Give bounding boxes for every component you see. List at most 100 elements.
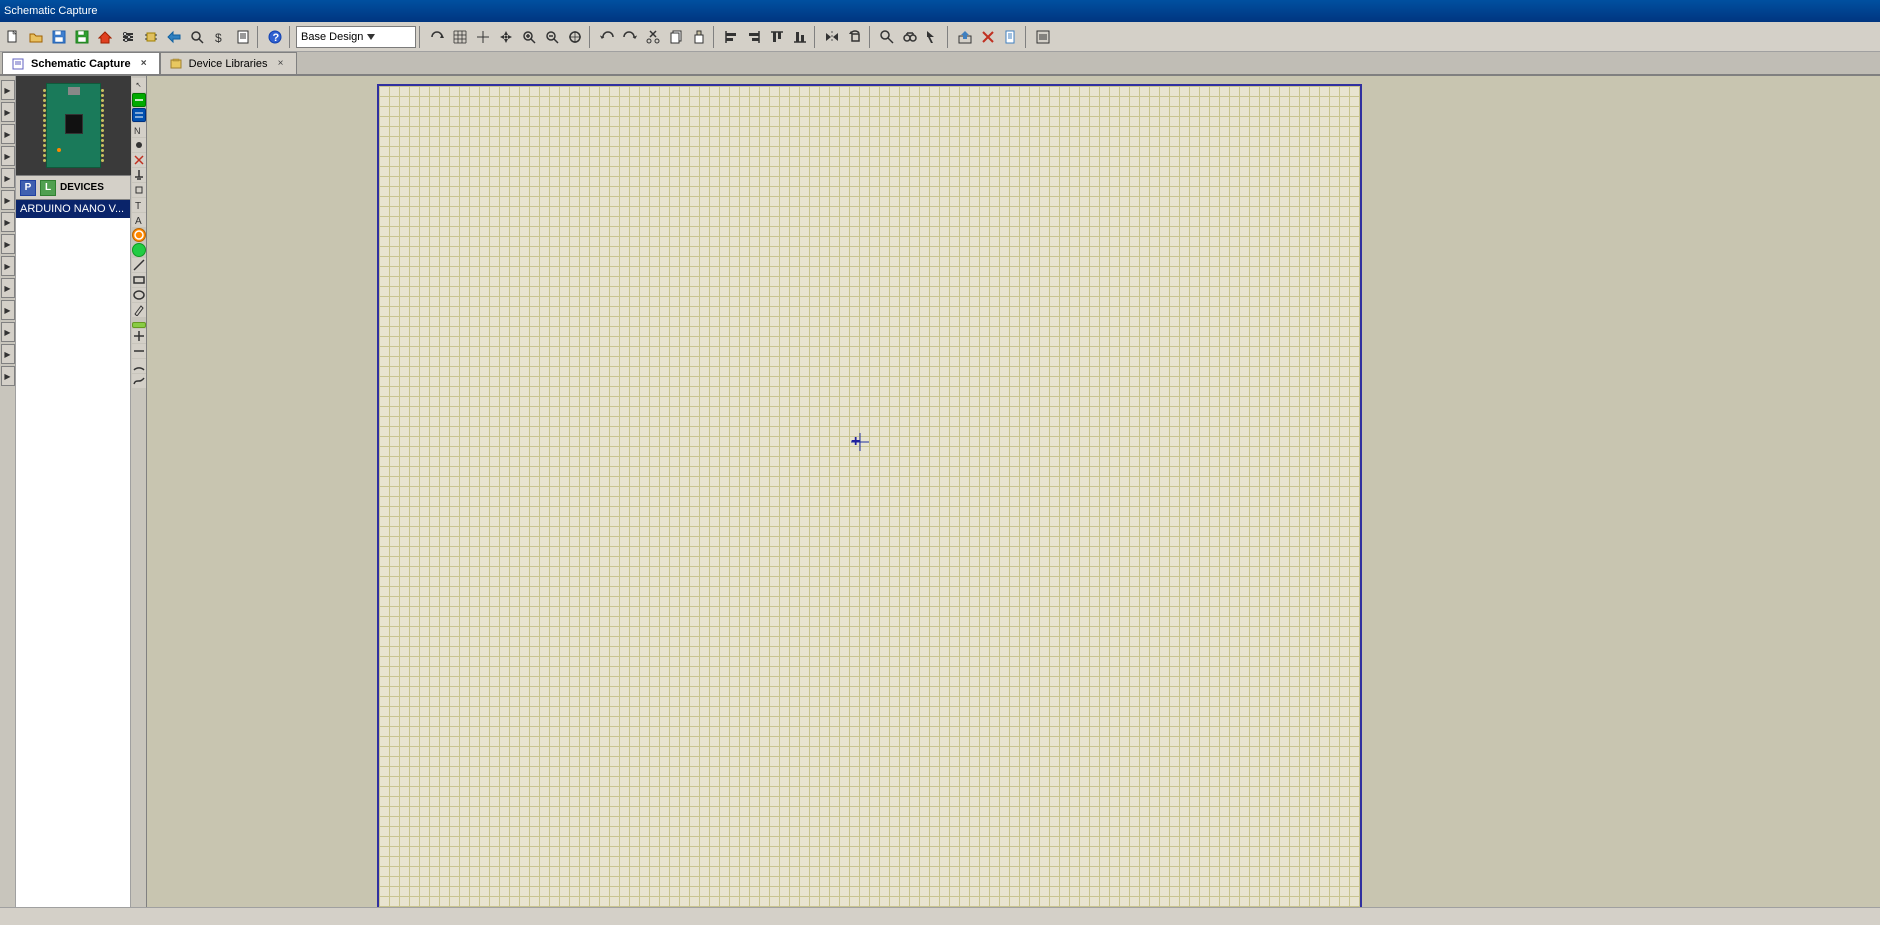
zoom-out-button[interactable] [541,26,563,48]
arduino-usb [68,87,80,95]
tool-junction[interactable] [132,138,146,152]
tab-library-close[interactable]: × [274,57,288,71]
tool-bus[interactable] [132,108,146,122]
device-item-arduino[interactable]: ARDUINO NANO V... [16,200,130,218]
rotate-button[interactable] [844,26,866,48]
app-title: Schematic Capture [4,5,98,17]
undo-button[interactable] [596,26,618,48]
tool-probe[interactable] [132,228,146,242]
cross-button[interactable] [977,26,999,48]
tool-note-bar[interactable] [132,322,146,328]
tool-net[interactable]: N [132,123,146,137]
tool-minus[interactable] [132,344,146,358]
copy-button[interactable] [665,26,687,48]
tool-label[interactable]: A [132,213,146,227]
tool-noconn[interactable] [132,153,146,167]
svg-text:T: T [135,201,141,211]
back-button[interactable] [163,26,185,48]
arduino-board-visual [46,83,101,168]
help-button[interactable]: ? [264,26,286,48]
save-button[interactable] [48,26,70,48]
tool-marker[interactable] [132,243,146,257]
settings-button[interactable] [117,26,139,48]
main-toolbar: $ ? Base Design [0,22,1880,52]
arrow-button[interactable] [922,26,944,48]
tool-pen[interactable] [132,303,146,317]
sidebar-btn-9[interactable]: ▶ [1,256,15,276]
canvas-container[interactable] [147,76,1880,907]
align-right-button[interactable] [743,26,765,48]
tab-schematic-label: Schematic Capture [31,58,131,70]
move-button[interactable] [495,26,517,48]
tab-schematic-close[interactable]: × [137,57,151,71]
export-button[interactable] [954,26,976,48]
search-button[interactable] [186,26,208,48]
paste-button[interactable] [688,26,710,48]
refresh-button[interactable] [426,26,448,48]
device-thumbnail [16,76,131,176]
align-left-button[interactable] [720,26,742,48]
arduino-chip [65,114,83,134]
zoom-in-button[interactable] [518,26,540,48]
mirror-button[interactable] [821,26,843,48]
align-bottom-button[interactable] [789,26,811,48]
tool-arc[interactable] [132,359,146,373]
tool-spline[interactable] [132,374,146,388]
crosshair-button[interactable] [472,26,494,48]
separator-2 [289,26,293,48]
zoom-fit-button[interactable] [564,26,586,48]
title-bar: Schematic Capture [0,0,1880,22]
tool-line[interactable] [132,258,146,272]
tab-device-libraries[interactable]: Device Libraries × [160,52,297,74]
tool-wire[interactable] [132,93,146,107]
schematic-canvas[interactable] [377,84,1362,907]
panel-controls: P L DEVICES [16,176,130,200]
save-project-button[interactable] [71,26,93,48]
edit-button[interactable] [1032,26,1054,48]
sidebar-btn-13[interactable]: ▶ [1,344,15,364]
search2-button[interactable] [876,26,898,48]
tool-power[interactable] [132,168,146,182]
tool-plus[interactable] [132,329,146,343]
sidebar-btn-8[interactable]: ▶ [1,234,15,254]
open-button[interactable] [25,26,47,48]
grid-button[interactable] [449,26,471,48]
component-button[interactable] [140,26,162,48]
tool-pointer[interactable]: ↖ [132,78,146,92]
sidebar-btn-5[interactable]: ▶ [1,168,15,188]
sidebar-btn-10[interactable]: ▶ [1,278,15,298]
separator-9 [1025,26,1029,48]
sidebar-btn-7[interactable]: ▶ [1,212,15,232]
tool-ellipse[interactable] [132,288,146,302]
sidebar-btn-4[interactable]: ▶ [1,146,15,166]
sidebar-btn-2[interactable]: ▶ [1,102,15,122]
redo-button[interactable] [619,26,641,48]
panel-p-button[interactable]: P [20,180,36,196]
panel-l-button[interactable]: L [40,180,56,196]
align-top-button[interactable] [766,26,788,48]
sidebar-btn-1[interactable]: ▶ [1,80,15,100]
sidebar-btn-14[interactable]: ▶ [1,366,15,386]
device-list[interactable]: ARDUINO NANO V... [16,200,130,907]
main-content: ▶ ▶ ▶ ▶ ▶ ▶ ▶ ▶ ▶ ▶ ▶ ▶ ▶ ▶ [0,76,1880,907]
tool-component[interactable] [132,183,146,197]
new-button[interactable] [2,26,24,48]
home-button[interactable] [94,26,116,48]
tool-rect[interactable] [132,273,146,287]
panel-devices-label: DEVICES [60,182,104,193]
binocular-button[interactable] [899,26,921,48]
design-dropdown[interactable]: Base Design [296,26,416,48]
sidebar-btn-12[interactable]: ▶ [1,322,15,342]
info-doc-button[interactable] [232,26,254,48]
tab-schematic-capture[interactable]: Schematic Capture × [2,52,160,74]
sidebar-btn-11[interactable]: ▶ [1,300,15,320]
separator-6 [814,26,818,48]
page-button[interactable] [1000,26,1022,48]
sidebar-btn-3[interactable]: ▶ [1,124,15,144]
cut-button[interactable] [642,26,664,48]
tool-text[interactable]: T [132,198,146,212]
currency-button[interactable]: $ [209,26,231,48]
library-tab-icon [169,57,183,71]
sidebar-btn-6[interactable]: ▶ [1,190,15,210]
separator-3 [419,26,423,48]
